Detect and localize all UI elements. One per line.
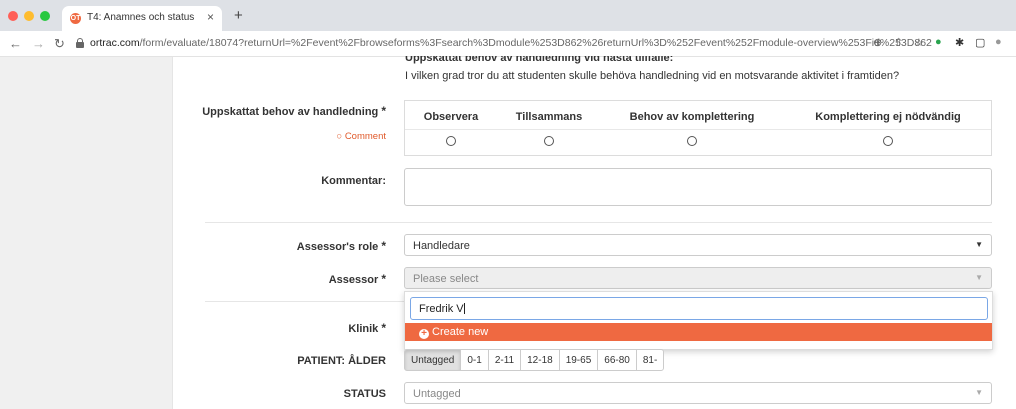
comment-icon: ○ <box>336 131 343 142</box>
assessor-label: Assessor * <box>328 272 386 286</box>
age-tag-button[interactable]: 0-1 <box>460 349 489 371</box>
maximize-window-button[interactable] <box>40 11 50 21</box>
assessor-select[interactable]: Please select ▼ <box>404 267 992 289</box>
status-value: Untagged <box>413 388 461 400</box>
age-tag-button[interactable]: 66-80 <box>597 349 637 371</box>
need-label: Uppskattat behov av handledning * <box>202 104 386 118</box>
section-heading: Uppskattat behov av handledning vid näst… <box>405 56 674 64</box>
age-label: PATIENT: ÅLDER <box>297 355 386 367</box>
age-tag-button[interactable]: 81- <box>635 349 665 371</box>
address-bar[interactable]: ortrac.com/form/evaluate/18074?returnUrl… <box>76 36 932 53</box>
extension-check-icon[interactable]: ● <box>935 36 942 48</box>
divider <box>205 222 992 223</box>
minimize-window-button[interactable] <box>24 11 34 21</box>
plus-circle-icon: + <box>419 329 429 339</box>
scale-grid: Observera Tillsammans Behov av komplette… <box>404 100 992 156</box>
forward-icon[interactable]: → <box>32 36 45 51</box>
browser-tab-bar: OT T4: Anamnes och status - Ortrac × + <box>0 0 1016 31</box>
scale-header: Komplettering ej nödvändig <box>815 111 961 123</box>
radio-behov-av-komplettering[interactable] <box>687 136 697 146</box>
url-text: ortrac.com/form/evaluate/18074?returnUrl… <box>90 37 932 49</box>
new-tab-icon[interactable]: + <box>234 7 243 24</box>
status-label: STATUS <box>343 388 386 400</box>
ortrac-favicon-icon: OT <box>70 13 81 24</box>
scale-header: Behov av komplettering <box>629 111 755 123</box>
zoom-icon[interactable]: ⊕ <box>873 36 882 49</box>
assessor-dropdown: Fredrik V + Create new <box>404 291 993 350</box>
star-icon[interactable]: ☆ <box>914 36 924 49</box>
role-label: Assessor's role * <box>296 239 386 253</box>
assessor-search-input[interactable]: Fredrik V <box>410 297 988 320</box>
age-tag-button[interactable]: 12-18 <box>520 349 560 371</box>
age-tag-group: Untagged 0-1 2-11 12-18 19-65 66-80 81- <box>404 349 665 371</box>
left-sidebar <box>0 57 172 409</box>
role-select[interactable]: Handledare ▼ <box>404 234 992 256</box>
puzzle-icon[interactable]: ✱ <box>955 36 964 49</box>
share-icon[interactable]: ⇧ <box>894 36 903 49</box>
comment-textarea[interactable] <box>404 168 992 206</box>
browser-toolbar: ← → ↻ ortrac.com/form/evaluate/18074?ret… <box>0 31 1016 57</box>
divider <box>405 129 991 130</box>
scale-header: Observera <box>423 111 479 123</box>
lock-icon <box>76 38 84 48</box>
assessor-placeholder: Please select <box>413 273 479 285</box>
sidebar-icon[interactable]: ▢ <box>975 36 985 49</box>
status-select[interactable]: Untagged ▼ <box>404 382 992 404</box>
chevron-down-icon: ▼ <box>975 273 983 282</box>
tab-close-icon[interactable]: × <box>207 10 214 24</box>
comment-link[interactable]: ○ Comment <box>336 131 386 142</box>
chevron-down-icon: ▼ <box>975 240 983 249</box>
question-text: I vilken grad tror du att studenten skul… <box>405 70 900 82</box>
back-icon[interactable]: ← <box>9 36 22 51</box>
profile-icon[interactable]: ● <box>995 36 1002 48</box>
tab-title: T4: Anamnes och status - Ortrac <box>87 12 195 23</box>
age-tag-button[interactable]: Untagged <box>404 349 462 371</box>
radio-tillsammans[interactable] <box>544 136 554 146</box>
reload-icon[interactable]: ↻ <box>54 36 65 52</box>
create-new-option[interactable]: + Create new <box>405 323 992 341</box>
clinic-label: Klinik * <box>348 321 386 335</box>
age-tag-button[interactable]: 19-65 <box>558 349 599 371</box>
scale-header: Tillsammans <box>515 111 583 123</box>
close-window-button[interactable] <box>8 11 18 21</box>
radio-observera[interactable] <box>446 136 456 146</box>
chevron-down-icon: ▼ <box>975 388 983 397</box>
age-tag-button[interactable]: 2-11 <box>487 349 522 371</box>
role-value: Handledare <box>413 240 470 252</box>
radio-komplettering-ej-nodvandig[interactable] <box>883 136 893 146</box>
browser-tab[interactable]: OT T4: Anamnes och status - Ortrac × <box>62 6 222 31</box>
comment-label: Kommentar: <box>321 175 386 187</box>
